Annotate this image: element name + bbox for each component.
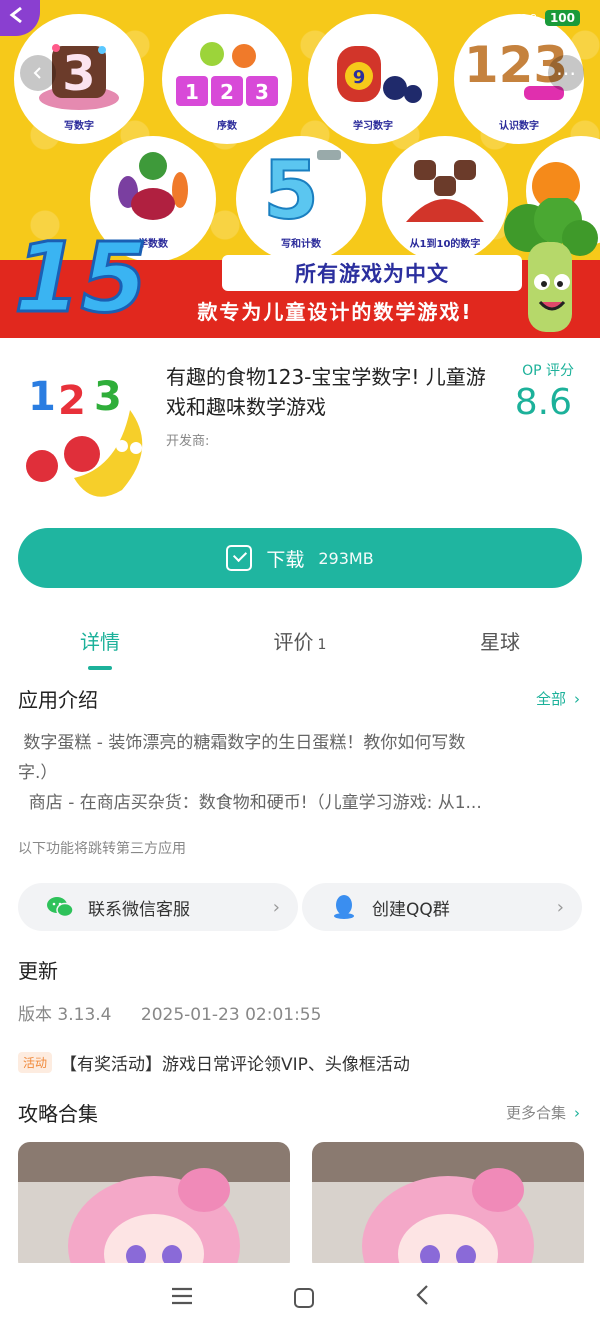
- chevron-right-icon: ›: [272, 896, 280, 918]
- app-icon: 1 2 3: [18, 358, 158, 498]
- download-size: 293MB: [318, 548, 374, 568]
- update-title: 更新: [18, 959, 58, 983]
- cannon-icon: 9: [337, 46, 422, 103]
- svg-text:1: 1: [28, 374, 56, 420]
- app-title: 有趣的食物123-宝宝学数字! 儿童游戏和趣味数学游戏: [166, 365, 486, 419]
- home-icon[interactable]: [293, 1288, 314, 1308]
- cupcakes-icon: [406, 160, 484, 222]
- wechat-service-button[interactable]: 联系微信客服 ›: [18, 883, 298, 931]
- anime-girl-thumbnail: [362, 1168, 534, 1272]
- intro-text: 数字蛋糕 - 装饰漂亮的糖霜数字的生日蛋糕！教你如何写数 字.） 商店 - 在商…: [18, 733, 482, 813]
- svg-text:5: 5: [263, 144, 319, 228]
- game-caption: 认识数字: [499, 121, 539, 132]
- svg-text:2: 2: [58, 378, 86, 424]
- qq-icon: [330, 893, 358, 921]
- guide-card[interactable]: [312, 1142, 584, 1272]
- intro-more-link[interactable]: 全部 ›: [536, 688, 580, 709]
- broccoli-mascot-icon: [504, 198, 598, 332]
- wechat-icon: [46, 893, 74, 921]
- chevron-right-icon: ›: [574, 1104, 580, 1122]
- status-bar: 6.8 100: [519, 10, 580, 26]
- game-bubble-ordinal: 1 2 3 序数: [162, 14, 292, 144]
- download-button[interactable]: 下载 293MB: [18, 528, 582, 588]
- veggie-basket-icon: [118, 152, 188, 220]
- third-party-note: 以下功能将跳转第三方应用: [18, 841, 186, 857]
- banner-subline: 款专为儿童设计的数学游戏!: [197, 299, 473, 324]
- game-caption: 写和计数: [281, 239, 321, 250]
- hero-banner[interactable]: 3 写数字 1 2 3 序数 9 学习数字 123 认识数字 学数数 5 写和计…: [0, 0, 600, 338]
- svg-text:2: 2: [220, 80, 234, 104]
- svg-text:3: 3: [94, 374, 122, 420]
- banner-big-number: 15: [13, 222, 150, 334]
- game-bubble-1-to-10: 从1到10的数字: [382, 136, 508, 262]
- tab-details[interactable]: 详情: [0, 620, 200, 670]
- chevron-left-icon: [33, 67, 41, 79]
- status-text: 6.8: [519, 11, 537, 25]
- event-banner[interactable]: 活动 【有奖活动】游戏日常评论领VIP、头像框活动: [18, 1050, 410, 1075]
- intro-title: 应用介绍: [18, 688, 98, 712]
- menu-icon[interactable]: [171, 1283, 193, 1313]
- developer-label: 开发商:: [166, 434, 210, 449]
- number-five-icon: 5: [262, 143, 341, 228]
- game-bubble-write-count: 5 写和计数: [236, 136, 366, 262]
- battery-badge: 100: [544, 10, 580, 26]
- event-text: 【有奖活动】游戏日常评论领VIP、头像框活动: [60, 1055, 410, 1075]
- app-header: 1 2 3 有趣的食物123-宝宝学数字! 儿童游戏和趣味数学游戏 开发商: O…: [0, 338, 600, 518]
- anime-girl-thumbnail: [68, 1168, 240, 1272]
- more-options-button[interactable]: ⋯: [548, 55, 584, 91]
- svg-text:3: 3: [62, 46, 95, 102]
- download-label: 下载: [266, 548, 305, 571]
- more-dots-icon: ⋯: [556, 61, 576, 85]
- wechat-service-label: 联系微信客服: [88, 899, 190, 920]
- game-caption: 序数: [217, 121, 237, 132]
- version-number: 版本 3.13.4: [18, 1005, 112, 1025]
- svg-text:9: 9: [353, 67, 366, 88]
- download-icon: [226, 545, 253, 571]
- create-qq-group-button[interactable]: 创建QQ群 ›: [302, 883, 582, 931]
- qq-group-label: 创建QQ群: [372, 899, 450, 920]
- arrow-left-icon: [9, 6, 22, 24]
- tab-planet[interactable]: 星球: [400, 620, 600, 670]
- svg-text:3: 3: [255, 80, 269, 104]
- chevron-right-icon: ›: [574, 690, 580, 708]
- banner-headline: 所有游戏为中文: [222, 255, 522, 291]
- guide-card[interactable]: [18, 1142, 290, 1272]
- tab-reviews[interactable]: 评价 1: [200, 620, 400, 670]
- rating-score: 8.6: [514, 382, 572, 423]
- event-tag: 活动: [18, 1052, 53, 1073]
- tab-bar: 详情 评价 1 星球: [0, 620, 600, 670]
- version-info: 版本 3.13.4 2025-01-23 02:01:55: [18, 1000, 321, 1025]
- update-date: 2025-01-23 02:01:55: [140, 1005, 322, 1025]
- rating-label: OP 评分: [522, 363, 574, 379]
- game-caption: 学习数字: [353, 121, 393, 132]
- system-nav-bar: [0, 1263, 600, 1333]
- veggie-train-icon: 1 2 3: [176, 42, 278, 106]
- chevron-right-icon: ›: [556, 896, 564, 918]
- game-caption: 从1到10的数字: [409, 239, 481, 250]
- game-caption: 写数字: [64, 121, 94, 132]
- guides-more-link[interactable]: 更多合集 ›: [506, 1102, 580, 1123]
- guides-title: 攻略合集: [18, 1102, 98, 1126]
- game-bubble-learn-numbers: 9 学习数字: [308, 14, 438, 144]
- svg-text:1: 1: [185, 80, 199, 104]
- banner-prev-button[interactable]: [20, 55, 56, 91]
- review-count: 1: [317, 637, 327, 653]
- back-icon[interactable]: [415, 1283, 429, 1313]
